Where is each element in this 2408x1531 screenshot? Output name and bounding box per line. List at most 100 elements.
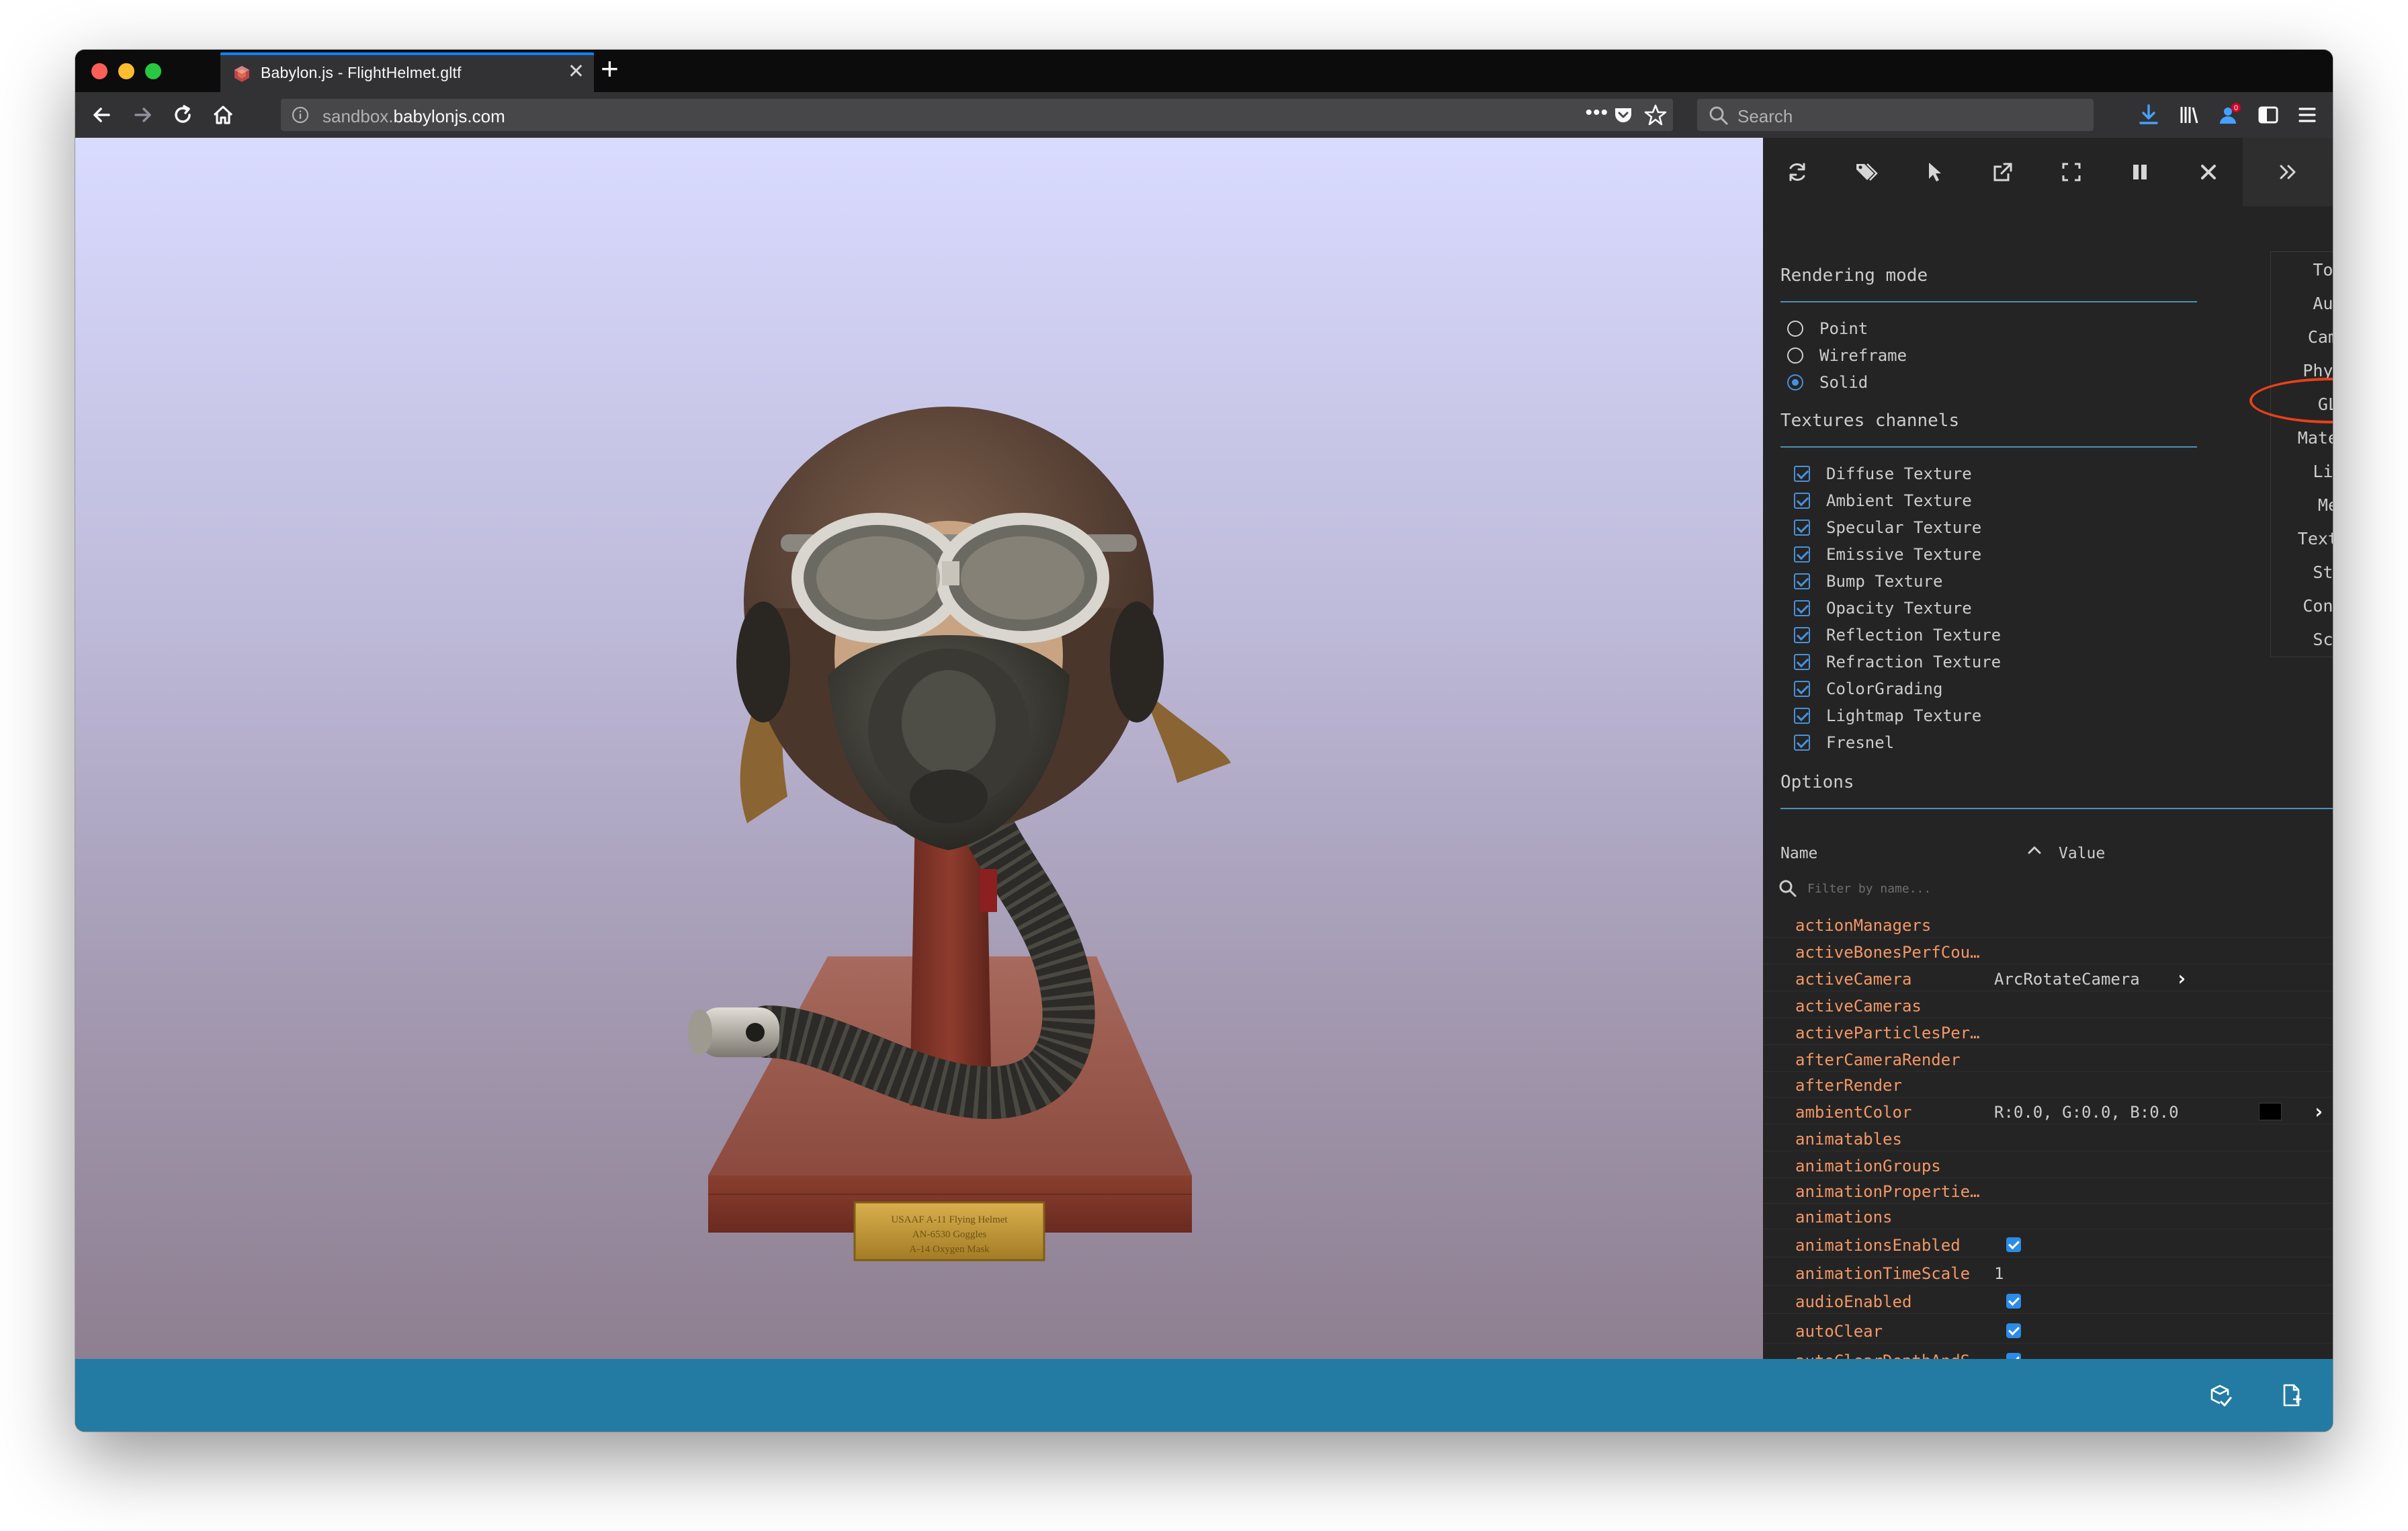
property-row[interactable]: ambientColor R:0.0, G:0.0, B:0.0 › [1763, 1099, 2333, 1124]
render-canvas[interactable]: USAAF A-11 Flying Helmet AN-6530 Goggles… [75, 138, 1763, 1359]
menu-item-textures[interactable]: Textures [2271, 522, 2333, 556]
window-maximize-button[interactable] [145, 63, 161, 79]
property-name[interactable]: activeCameras [1795, 997, 1922, 1016]
home-icon[interactable] [210, 101, 236, 128]
checkbox-checked[interactable] [1794, 735, 1810, 751]
property-name[interactable]: animationTimeScale [1795, 1264, 1970, 1283]
property-name[interactable]: autoClear [1795, 1322, 1883, 1341]
menu-item-mesh[interactable]: Mesh [2271, 489, 2333, 522]
property-row[interactable]: audioEnabled [1763, 1288, 2333, 1314]
tab-close-icon[interactable]: ✕ [568, 62, 585, 82]
radio-solid[interactable]: Solid [1787, 372, 1868, 393]
pocket-icon[interactable] [1610, 101, 1637, 128]
menu-item-scene[interactable]: Scene [2271, 623, 2333, 657]
property-name[interactable]: animationPropertie… [1795, 1182, 1980, 1201]
texture-channel-row[interactable]: ColorGrading [1787, 678, 1942, 700]
checkbox-checked[interactable] [1794, 493, 1810, 509]
property-name[interactable]: afterRender [1795, 1076, 1902, 1095]
texture-channel-row[interactable]: Opacity Texture [1787, 597, 1972, 619]
property-checkbox[interactable] [2006, 1237, 2021, 1252]
property-name[interactable]: audioEnabled [1795, 1292, 1911, 1311]
name-column-header[interactable]: Name [1780, 845, 1817, 862]
fullscreen-button[interactable] [2037, 138, 2106, 206]
texture-channel-row[interactable]: Bump Texture [1787, 571, 1942, 592]
texture-channel-row[interactable]: Refraction Texture [1787, 651, 2001, 673]
menu-item-audio[interactable]: Audio [2271, 287, 2333, 321]
property-row[interactable]: activeCameras [1763, 993, 2333, 1018]
texture-channel-row[interactable]: Diffuse Texture [1787, 463, 1972, 485]
checkbox-checked[interactable] [1794, 466, 1810, 482]
pause-button[interactable] [2106, 138, 2174, 206]
menu-item-stats[interactable]: Stats [2271, 556, 2333, 589]
property-name[interactable]: autoClearDepthAndS… [1795, 1352, 1980, 1359]
property-name[interactable]: animations [1795, 1208, 1893, 1227]
url-text[interactable]: sandbox.babylonjs.com [322, 106, 505, 127]
checkbox-checked[interactable] [1794, 681, 1810, 697]
filter-by-name-input[interactable] [1807, 877, 2278, 900]
property-row[interactable]: animatables [1763, 1126, 2333, 1151]
property-row[interactable]: afterRender [1763, 1072, 2333, 1098]
property-row[interactable]: animationsEnabled [1763, 1232, 2333, 1257]
property-row[interactable]: activeParticlesPer… [1763, 1020, 2333, 1045]
property-checkbox[interactable] [2006, 1294, 2021, 1309]
checkbox-checked[interactable] [1794, 654, 1810, 670]
checkbox-checked[interactable] [1794, 600, 1810, 616]
property-name[interactable]: activeBonesPerfCou… [1795, 943, 1980, 962]
property-name[interactable]: animationGroups [1795, 1157, 1941, 1175]
sort-caret-up-icon[interactable] [2025, 841, 2044, 860]
expand-chevron-icon[interactable]: › [2176, 967, 2188, 991]
texture-channel-row[interactable]: Emissive Texture [1787, 544, 1981, 565]
menu-item-camera[interactable]: Camera [2271, 321, 2333, 354]
property-row[interactable]: actionManagers [1763, 912, 2333, 938]
checkbox-checked[interactable] [1794, 573, 1810, 589]
expand-chevron-icon[interactable]: › [2313, 1100, 2325, 1124]
texture-channel-row[interactable]: Lightmap Texture [1787, 705, 1981, 727]
menu-item-material[interactable]: Material [2271, 421, 2333, 455]
url-bar[interactable]: sandbox.babylonjs.com ••• [281, 99, 1673, 131]
property-row[interactable]: animationTimeScale 1 [1763, 1260, 2333, 1286]
property-name[interactable]: afterCameraRender [1795, 1050, 1961, 1069]
more-tools-button[interactable] [2243, 138, 2333, 206]
browser-tab[interactable]: Babylon.js - FlightHelmet.gltf ✕ [220, 52, 594, 92]
page-actions-menu-icon[interactable]: ••• [1585, 101, 1608, 124]
radio-wireframe[interactable]: Wireframe [1787, 345, 1907, 366]
property-row[interactable]: activeBonesPerfCou… [1763, 939, 2333, 964]
property-row[interactable]: animationGroups [1763, 1153, 2333, 1178]
open-file-icon[interactable] [2278, 1382, 2305, 1409]
new-tab-button[interactable]: + [601, 53, 619, 84]
inspector-toggle-icon[interactable] [2206, 1382, 2233, 1409]
reload-icon[interactable] [169, 101, 196, 128]
menu-item-console[interactable]: Console [2271, 589, 2333, 623]
close-inspector-button[interactable] [2174, 138, 2243, 206]
property-row[interactable]: autoClearDepthAndS… [1763, 1348, 2333, 1359]
checkbox-checked[interactable] [1794, 708, 1810, 724]
property-name[interactable]: animationsEnabled [1795, 1236, 1961, 1255]
menu-item-light[interactable]: Light [2271, 455, 2333, 489]
popup-button[interactable] [1969, 138, 2037, 206]
property-row[interactable]: afterCameraRender [1763, 1046, 2333, 1072]
radio-button[interactable] [1787, 347, 1803, 364]
library-icon[interactable] [2176, 101, 2202, 128]
hamburger-menu-icon[interactable] [2294, 101, 2321, 128]
property-checkbox[interactable] [2006, 1323, 2021, 1338]
window-minimize-button[interactable] [118, 63, 134, 79]
property-row[interactable]: activeCamera ArcRotateCamera › [1763, 966, 2333, 991]
property-name[interactable]: actionManagers [1795, 916, 1931, 935]
color-swatch[interactable] [2259, 1103, 2282, 1120]
property-name[interactable]: activeCamera [1795, 970, 1911, 989]
radio-button[interactable] [1787, 321, 1803, 337]
property-name[interactable]: ambientColor [1795, 1103, 1911, 1122]
texture-channel-row[interactable]: Ambient Texture [1787, 490, 1972, 511]
back-icon[interactable] [89, 101, 116, 128]
property-name[interactable]: activeParticlesPer… [1795, 1024, 1980, 1042]
property-checkbox[interactable] [2006, 1353, 2021, 1359]
bookmark-star-icon[interactable] [1642, 101, 1669, 128]
search-bar[interactable]: Search [1697, 99, 2094, 131]
checkbox-checked[interactable] [1794, 627, 1810, 643]
property-name[interactable]: animatables [1795, 1130, 1902, 1149]
labels-button[interactable] [1832, 138, 1900, 206]
downloads-icon[interactable] [2135, 101, 2162, 128]
radio-button-selected[interactable] [1787, 374, 1803, 390]
menu-item-tools[interactable]: Tools [2271, 253, 2333, 287]
checkbox-checked[interactable] [1794, 520, 1810, 536]
